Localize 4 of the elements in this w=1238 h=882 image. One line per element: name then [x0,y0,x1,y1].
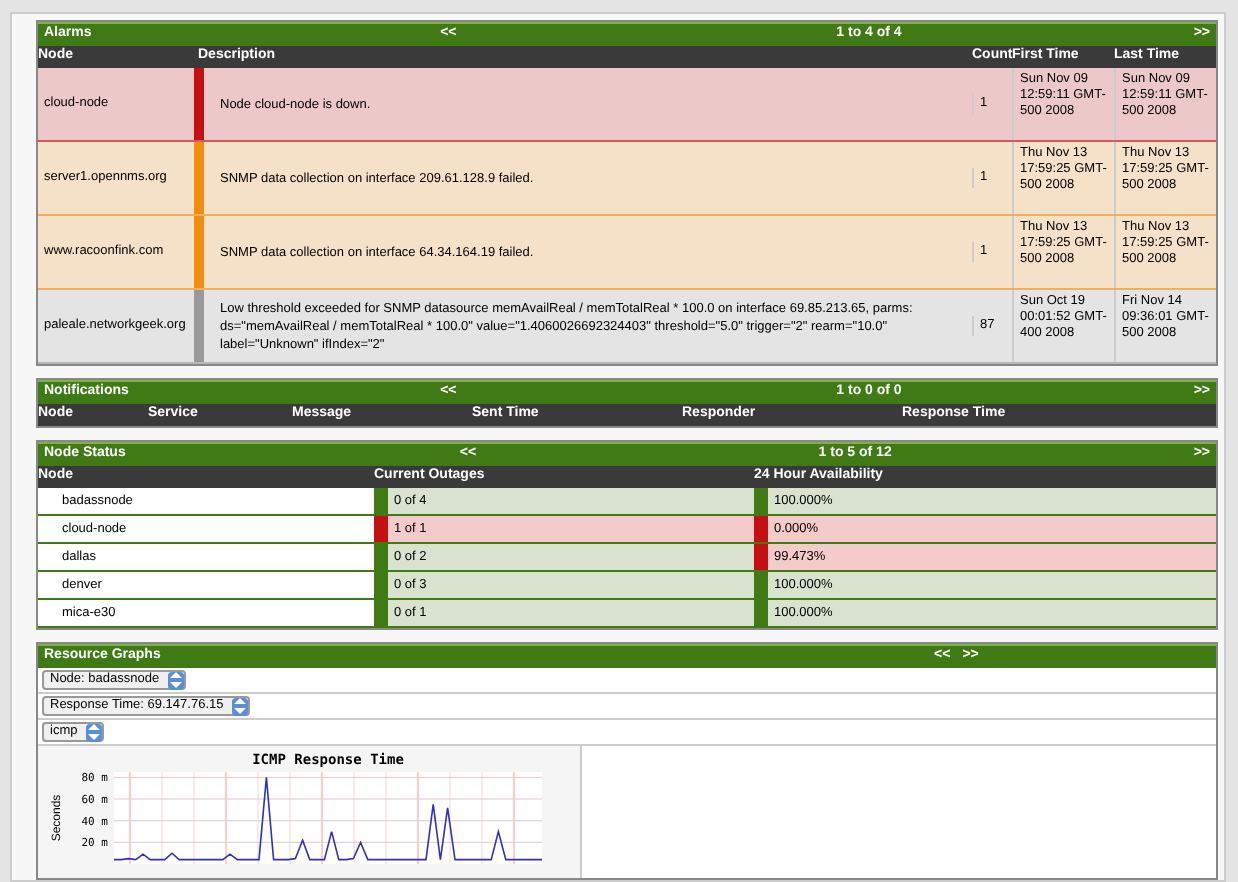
dropdown-arrows-icon [231,697,248,715]
dropdown-arrows-icon [85,723,102,741]
alarm-row[interactable] [38,290,1216,364]
dropdown-arrows-icon [167,671,184,689]
